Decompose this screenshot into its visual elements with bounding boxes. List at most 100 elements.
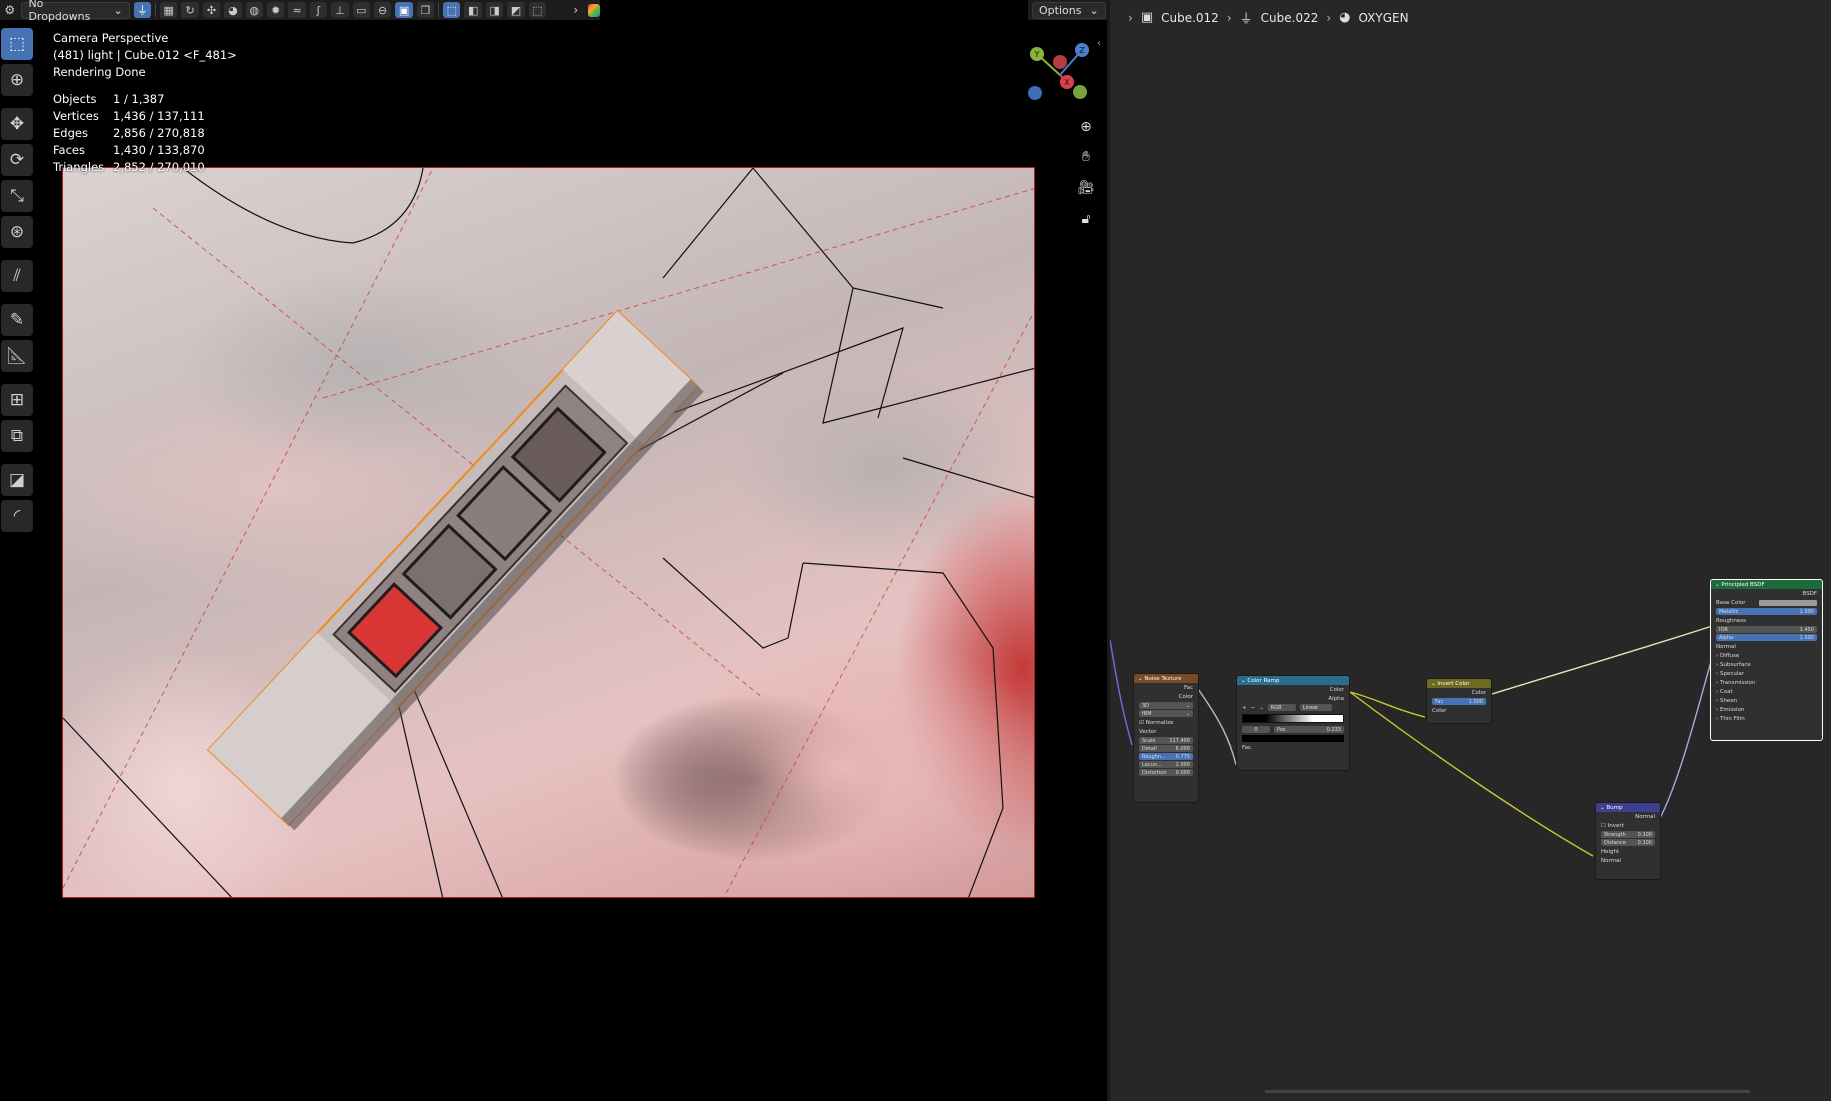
options-menu[interactable]: Options ⌄ xyxy=(1028,0,1107,20)
subtract-select-icon[interactable]: ◨ xyxy=(485,2,504,18)
node-color-ramp[interactable]: ⌄ Color Ramp Color Alpha + − ⌄ RGB Linear … xyxy=(1236,675,1350,771)
chevron-left-icon[interactable]: ‹ xyxy=(1097,38,1101,49)
panel-transmission[interactable]: › Transmission xyxy=(1711,678,1822,687)
panel-emission[interactable]: › Emission xyxy=(1711,705,1822,714)
settings-icon[interactable]: ✹ xyxy=(267,2,285,18)
lacunarity-field[interactable]: Lacun... 2.000 xyxy=(1139,761,1193,768)
select-mode-icon[interactable]: ⬚ xyxy=(443,2,461,18)
dropdowns-select[interactable]: No Dropdowns ⌄ xyxy=(21,0,130,23)
panel-thin-film[interactable]: › Thin Film xyxy=(1711,714,1822,723)
camera-view-icon[interactable]: 🎥︎ xyxy=(1075,177,1097,199)
stop-index-field[interactable]: 0 xyxy=(1242,726,1270,733)
shader-node-editor[interactable]: › ▣ Cube.012 › ⏚ Cube.022 › ◕ OXYGEN ⌄ N… xyxy=(1110,0,1831,1101)
add-stop-icon[interactable]: + xyxy=(1242,705,1247,711)
bump-invert-checkbox[interactable]: ☐ Invert xyxy=(1596,821,1660,830)
bump-distance-field[interactable]: Distance 0.100 xyxy=(1601,839,1655,846)
forbidden-icon[interactable]: ⊖ xyxy=(373,2,392,18)
node-header[interactable]: ⌄ Bump xyxy=(1596,803,1660,812)
inset-tool[interactable]: ◪ xyxy=(1,464,33,496)
gizmo-neg-z[interactable] xyxy=(1028,86,1042,100)
bump-strength-field[interactable]: Strength 0.100 xyxy=(1601,831,1655,838)
node-header[interactable]: ⌄ Noise Texture xyxy=(1134,674,1198,683)
chevron-right-icon[interactable]: › xyxy=(568,2,583,18)
invert-fac-field[interactable]: Fac 1.000 xyxy=(1432,698,1486,705)
shading-solid-icon[interactable]: ◕ xyxy=(224,2,242,18)
draw-tool[interactable]: ✎ xyxy=(1,304,33,336)
select-box-icon[interactable]: ▦ xyxy=(160,2,178,18)
cursor-tool[interactable]: ⊕ xyxy=(1,64,33,96)
inset-icon: ◪ xyxy=(8,470,26,490)
measure-tool[interactable]: 📐︎ xyxy=(1,340,33,372)
panel-specular[interactable]: › Specular xyxy=(1711,669,1822,678)
metallic-field[interactable]: Metallic 1.000 xyxy=(1716,608,1817,615)
move-tool[interactable]: ✥ xyxy=(1,108,33,140)
rotate-view-icon[interactable]: ↻ xyxy=(181,2,199,18)
wave-icon[interactable]: ≈ xyxy=(288,2,306,18)
gizmo-neg-x[interactable] xyxy=(1053,55,1067,69)
node-principled-bsdf[interactable]: ⌄ Principled BSDF BSDF Base Color Metall… xyxy=(1710,579,1823,741)
chevron-down-icon: ⌄ xyxy=(1241,677,1246,684)
panel-diffuse[interactable]: › Diffuse xyxy=(1711,651,1822,660)
node-header[interactable]: ⌄ Principled BSDF xyxy=(1711,580,1822,589)
render-preview[interactable] xyxy=(62,167,1035,898)
node-noise-texture[interactable]: ⌄ Noise Texture Fac Color 3D ⌄ fBM ⌄ ☑ Nor… xyxy=(1133,673,1199,803)
archive-icon[interactable]: ▭ xyxy=(352,2,370,18)
select-box-tool[interactable]: ⬚ xyxy=(1,28,33,60)
interpolation-select[interactable]: Linear xyxy=(1299,704,1332,711)
stamp-icon[interactable]: ⊥ xyxy=(331,2,349,18)
color-mode-select[interactable]: RGB xyxy=(1267,704,1296,711)
transform-tool[interactable]: ⊛ xyxy=(1,216,33,248)
dropdowns-select-label: No Dropdowns xyxy=(28,0,91,23)
annotate-tool[interactable]: ⫽ xyxy=(1,260,33,292)
gizmo-neg-y[interactable] xyxy=(1073,85,1087,99)
dimensions-select[interactable]: 3D ⌄ xyxy=(1139,702,1193,709)
rotate-tool[interactable]: ⟳ xyxy=(1,144,33,176)
noise-type-select[interactable]: fBM ⌄ xyxy=(1139,710,1193,717)
3d-viewport[interactable]: ⚙ No Dropdowns ⌄ ⏚ ▦ ↻ ✣ ◕ ◍ ✹ ≈ ʃ ⊥ ▭ ⊖… xyxy=(0,0,1107,1101)
extrude-tool[interactable]: ⧉ xyxy=(1,420,33,452)
chevron-down-icon[interactable]: ⌄ xyxy=(1259,705,1264,711)
color-ramp-gradient[interactable] xyxy=(1242,714,1344,723)
stop-position-field[interactable]: Pos 0.233 xyxy=(1274,726,1344,733)
zoom-icon[interactable]: ⊕ xyxy=(1075,116,1097,138)
panel-coat[interactable]: › Coat xyxy=(1711,687,1822,696)
scale-field[interactable]: Scale 117.400 xyxy=(1139,737,1193,744)
material-icon[interactable]: ◍ xyxy=(245,2,263,18)
detail-field[interactable]: Detail 6.000 xyxy=(1139,745,1193,752)
stop-color-swatch[interactable] xyxy=(1242,735,1344,742)
base-color-swatch[interactable] xyxy=(1759,599,1817,606)
remove-stop-icon[interactable]: − xyxy=(1251,705,1256,711)
socket-label: Color xyxy=(1471,689,1486,696)
invert-select-icon[interactable]: ◩ xyxy=(507,2,525,18)
navigation-gizmo[interactable]: Y Z X xyxy=(1025,40,1095,110)
node-header[interactable]: ⌄ Color Ramp xyxy=(1237,676,1349,685)
image-icon[interactable]: ▣ xyxy=(395,2,413,18)
add-cube-tool[interactable]: ⊞ xyxy=(1,384,33,416)
gear-icon[interactable]: ⚙ xyxy=(2,2,17,18)
normalize-checkbox[interactable]: ☑ Normalize xyxy=(1134,718,1198,727)
hair-icon[interactable]: ʃ xyxy=(309,2,328,18)
distortion-field[interactable]: Distortion 0.000 xyxy=(1139,769,1193,776)
pencil-icon: ✎ xyxy=(9,310,25,330)
blender-color-icon[interactable] xyxy=(587,3,601,17)
ior-field[interactable]: IOR 1.450 xyxy=(1716,626,1817,633)
bevel-tool[interactable]: ◜ xyxy=(1,500,33,532)
extend-select-icon[interactable]: ◧ xyxy=(464,2,482,18)
intersect-select-icon[interactable]: ⬚ xyxy=(528,2,547,18)
panel-subsurface[interactable]: › Subsurface xyxy=(1711,660,1822,669)
base-color-row[interactable]: Base Color xyxy=(1711,598,1822,607)
node-bump[interactable]: ⌄ Bump Normal ☐ Invert Strength 0.100 Dis… xyxy=(1595,802,1661,880)
pan-hand-icon[interactable]: ✋︎ xyxy=(1075,146,1097,168)
link-invert-basecolor xyxy=(1491,625,1713,695)
snap-icon[interactable]: ✣ xyxy=(202,2,221,18)
node-header[interactable]: ⌄ Invert Color xyxy=(1427,679,1491,688)
copy-icon[interactable]: ❐ xyxy=(416,2,435,18)
node-invert-color[interactable]: ⌄ Invert Color Color Fac 1.000 Color xyxy=(1426,678,1492,724)
lock-icon[interactable]: 🔓︎ xyxy=(1075,208,1097,230)
scale-tool[interactable]: ⤡ xyxy=(1,180,33,212)
panel-sheen[interactable]: › Sheen xyxy=(1711,696,1822,705)
alpha-field[interactable]: Alpha 1.000 xyxy=(1716,634,1817,641)
roughness-field[interactable]: Roughn... 0.775 xyxy=(1139,753,1193,760)
filter-icon[interactable]: ⏚ xyxy=(133,2,152,18)
horizontal-scrollbar[interactable] xyxy=(1265,1090,1750,1093)
